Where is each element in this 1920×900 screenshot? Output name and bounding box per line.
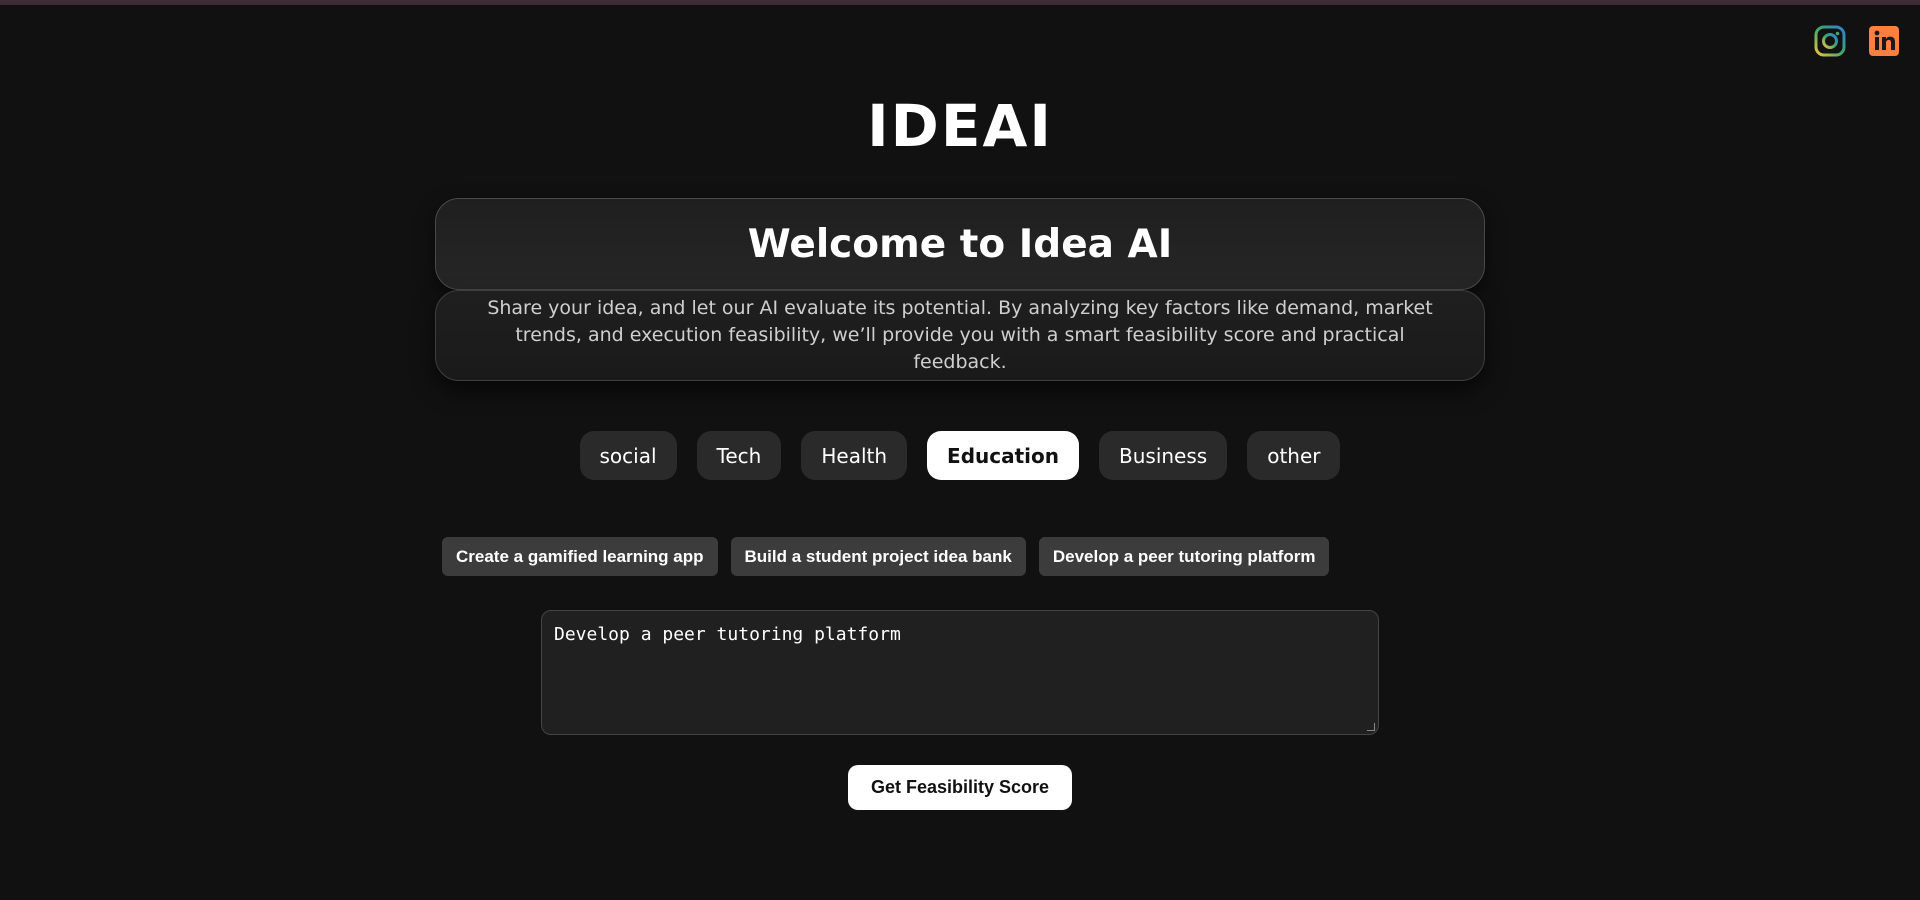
- category-other[interactable]: other: [1247, 431, 1341, 480]
- category-tech[interactable]: Tech: [696, 431, 782, 480]
- resize-handle-icon[interactable]: [1367, 723, 1375, 731]
- brand-title: IDEAI: [867, 92, 1053, 160]
- suggestion-chip[interactable]: Develop a peer tutoring platform: [1038, 537, 1330, 576]
- suggestion-chip[interactable]: Build a student project idea bank: [730, 537, 1026, 576]
- category-tabs: social Tech Health Education Business ot…: [0, 431, 1920, 480]
- feasibility-score-button[interactable]: Get Feasibility Score: [848, 765, 1072, 810]
- category-education[interactable]: Education: [927, 431, 1079, 480]
- idea-textarea-value: Develop a peer tutoring platform: [554, 624, 901, 645]
- suggestion-list: Create a gamified learning app Build a s…: [442, 537, 1330, 576]
- category-social[interactable]: social: [579, 431, 677, 480]
- welcome-title: Welcome to Idea AI: [747, 221, 1173, 267]
- instagram-icon[interactable]: [1814, 25, 1846, 57]
- linkedin-icon[interactable]: [1868, 25, 1900, 57]
- category-health[interactable]: Health: [801, 431, 908, 480]
- suggestion-chip[interactable]: Create a gamified learning app: [442, 537, 718, 576]
- welcome-panel: Welcome to Idea AI: [435, 198, 1485, 290]
- category-business[interactable]: Business: [1099, 431, 1228, 480]
- social-links: [1814, 25, 1900, 57]
- idea-textarea[interactable]: Develop a peer tutoring platform: [541, 610, 1379, 735]
- description-panel: Share your idea, and let our AI evaluate…: [435, 290, 1485, 381]
- top-strip: [0, 0, 1920, 5]
- description-text: Share your idea, and let our AI evaluate…: [487, 297, 1433, 373]
